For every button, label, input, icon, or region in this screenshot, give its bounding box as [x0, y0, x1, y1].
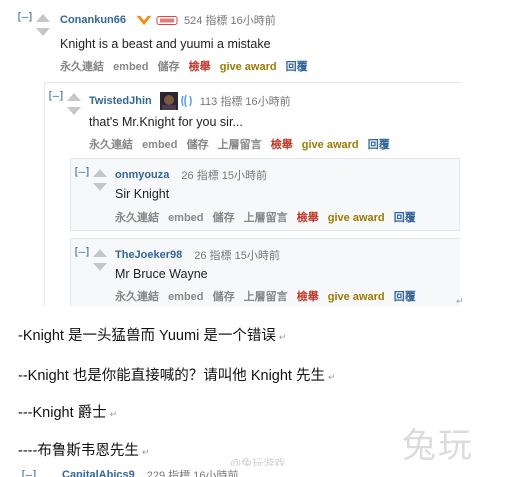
reddit-comment-screenshot: [–] Conankun66 524 指標 16小時前 Knight is a …: [14, 4, 460, 306]
parent-link[interactable]: 上層留言: [244, 212, 288, 224]
comment-actions: 永久連結 embed 儲存 上層留言 檢舉 give award 回覆: [115, 209, 422, 225]
downvote-arrow-icon[interactable]: [67, 107, 81, 115]
comment-3: [–] onmyouza 26 指標 15小時前 Sir Knight 永久連結…: [70, 158, 460, 231]
site-watermark-logo: 兔玩: [402, 426, 474, 466]
embed-link[interactable]: embed: [168, 212, 203, 224]
fnatic-flair-icon: [136, 15, 152, 25]
comment-tagline: TwistedJhin 113 指標 16小時前: [89, 92, 291, 110]
comment-body: that's Mr.Knight for you sir...: [89, 115, 243, 129]
translation-text: ----布鲁斯韦恩先生: [18, 443, 139, 459]
next-comment-peek: [–] CapitalAbics9 229 指標 16小時前: [16, 466, 494, 477]
vote-arrows: [67, 93, 83, 121]
downvote-arrow-icon[interactable]: [93, 263, 107, 271]
upvote-arrow-icon[interactable]: [93, 169, 107, 177]
comment-author[interactable]: TheJoeker98: [115, 249, 182, 261]
champion-portrait-icon: [159, 92, 178, 110]
save-link[interactable]: 儲存: [213, 212, 235, 224]
reply-link[interactable]: 回覆: [394, 291, 416, 303]
save-link[interactable]: 儲存: [213, 291, 235, 303]
give-award-link[interactable]: give award: [328, 291, 385, 303]
permalink-link[interactable]: 永久連結: [115, 212, 159, 224]
give-award-link[interactable]: give award: [302, 139, 359, 151]
reply-link[interactable]: 回覆: [286, 61, 308, 73]
downvote-arrow-icon[interactable]: [36, 28, 50, 36]
parent-link[interactable]: 上層留言: [218, 139, 262, 151]
comment-body: Mr Bruce Wayne: [115, 267, 208, 281]
comment-body: Sir Knight: [115, 187, 170, 201]
translation-line-4: ----布鲁斯韦恩先生 ↵: [18, 439, 149, 460]
collapse-toggle[interactable]: [–]: [73, 165, 91, 178]
collapse-toggle[interactable]: [–]: [73, 245, 91, 258]
comment-score-time: 524 指標 16小時前: [184, 15, 276, 27]
downvote-arrow-icon[interactable]: [93, 183, 107, 191]
report-link[interactable]: 檢舉: [189, 61, 211, 73]
paragraph-mark: ↵: [278, 332, 287, 342]
comment-body: Knight is a beast and yuumi a mistake: [60, 37, 271, 51]
report-link[interactable]: 檢舉: [297, 291, 319, 303]
report-link[interactable]: 檢舉: [271, 139, 293, 151]
champion-flair-icon: [180, 94, 192, 108]
embed-link[interactable]: embed: [168, 291, 203, 303]
paragraph-mark: ↵: [456, 296, 464, 306]
save-link[interactable]: 儲存: [187, 139, 209, 151]
translation-text: -Knight 是一头猛兽而 Yuumi 是一个错误: [18, 328, 276, 344]
permalink-link[interactable]: 永久連結: [60, 61, 104, 73]
comment-actions: 永久連結 embed 儲存 檢舉 give award 回覆: [60, 58, 314, 74]
comment-author[interactable]: TwistedJhin: [89, 95, 152, 107]
comment-author[interactable]: CapitalAbics9: [62, 469, 135, 477]
save-link[interactable]: 儲存: [158, 61, 180, 73]
comment-actions: 永久連結 embed 儲存 上層留言 檢舉 give award 回覆: [89, 136, 396, 152]
permalink-link[interactable]: 永久連結: [115, 291, 159, 303]
translation-line-3: ---Knight 爵士 ↵: [18, 401, 117, 422]
comment-score-time: 26 指標 15小時前: [181, 170, 267, 182]
comment-score-time: 26 指標 15小時前: [194, 250, 280, 262]
upvote-arrow-icon[interactable]: [93, 249, 107, 257]
collapse-toggle[interactable]: [–]: [16, 10, 34, 23]
vote-arrows: [36, 14, 52, 42]
comment-author[interactable]: onmyouza: [115, 169, 169, 181]
embed-link[interactable]: embed: [142, 139, 177, 151]
comment-author[interactable]: Conankun66: [60, 14, 126, 26]
comment-tagline: onmyouza 26 指標 15小時前: [115, 167, 267, 183]
collapse-toggle[interactable]: [–]: [47, 89, 65, 102]
give-award-link[interactable]: give award: [220, 61, 277, 73]
paragraph-mark: ↵: [141, 447, 150, 457]
upvote-arrow-icon[interactable]: [36, 14, 50, 22]
translation-line-1: -Knight 是一头猛兽而 Yuumi 是一个错误 ↵: [18, 324, 286, 345]
vote-arrows: [93, 249, 109, 277]
comment-score-time: 229 指標 16小時前: [146, 470, 239, 477]
comment-score-time: 113 指標 16小時前: [199, 96, 291, 108]
comment-tagline: TheJoeker98 26 指標 15小時前: [115, 247, 280, 263]
translation-line-2: --Knight 也是你能直接喊的？请叫他 Knight 先生 ↵: [18, 364, 336, 385]
give-award-link[interactable]: give award: [328, 212, 385, 224]
comment-actions: 永久連結 embed 儲存 上層留言 檢舉 give award 回覆: [115, 288, 422, 304]
translation-text: --Knight 也是你能直接喊的？请叫他 Knight 先生: [18, 368, 325, 384]
paragraph-mark: ↵: [327, 372, 336, 382]
upvote-arrow-icon[interactable]: [67, 93, 81, 101]
comment-tagline: Conankun66 524 指標 16小時前: [60, 12, 276, 28]
team-flair-icon: [156, 15, 178, 25]
embed-link[interactable]: embed: [113, 61, 148, 73]
comment-tagline: CapitalAbics9 229 指標 16小時前: [62, 467, 238, 477]
vote-arrows: [93, 169, 109, 197]
translation-text: ---Knight 爵士: [18, 405, 107, 421]
report-link[interactable]: 檢舉: [297, 212, 319, 224]
paragraph-mark: ↵: [109, 409, 118, 419]
collapse-toggle[interactable]: [–]: [20, 468, 38, 477]
reply-link[interactable]: 回覆: [368, 139, 390, 151]
reply-link[interactable]: 回覆: [394, 212, 416, 224]
permalink-link[interactable]: 永久連結: [89, 139, 133, 151]
parent-link[interactable]: 上層留言: [244, 291, 288, 303]
comment-4: [–] TheJoeker98 26 指標 15小時前 Mr Bruce Way…: [70, 238, 460, 306]
